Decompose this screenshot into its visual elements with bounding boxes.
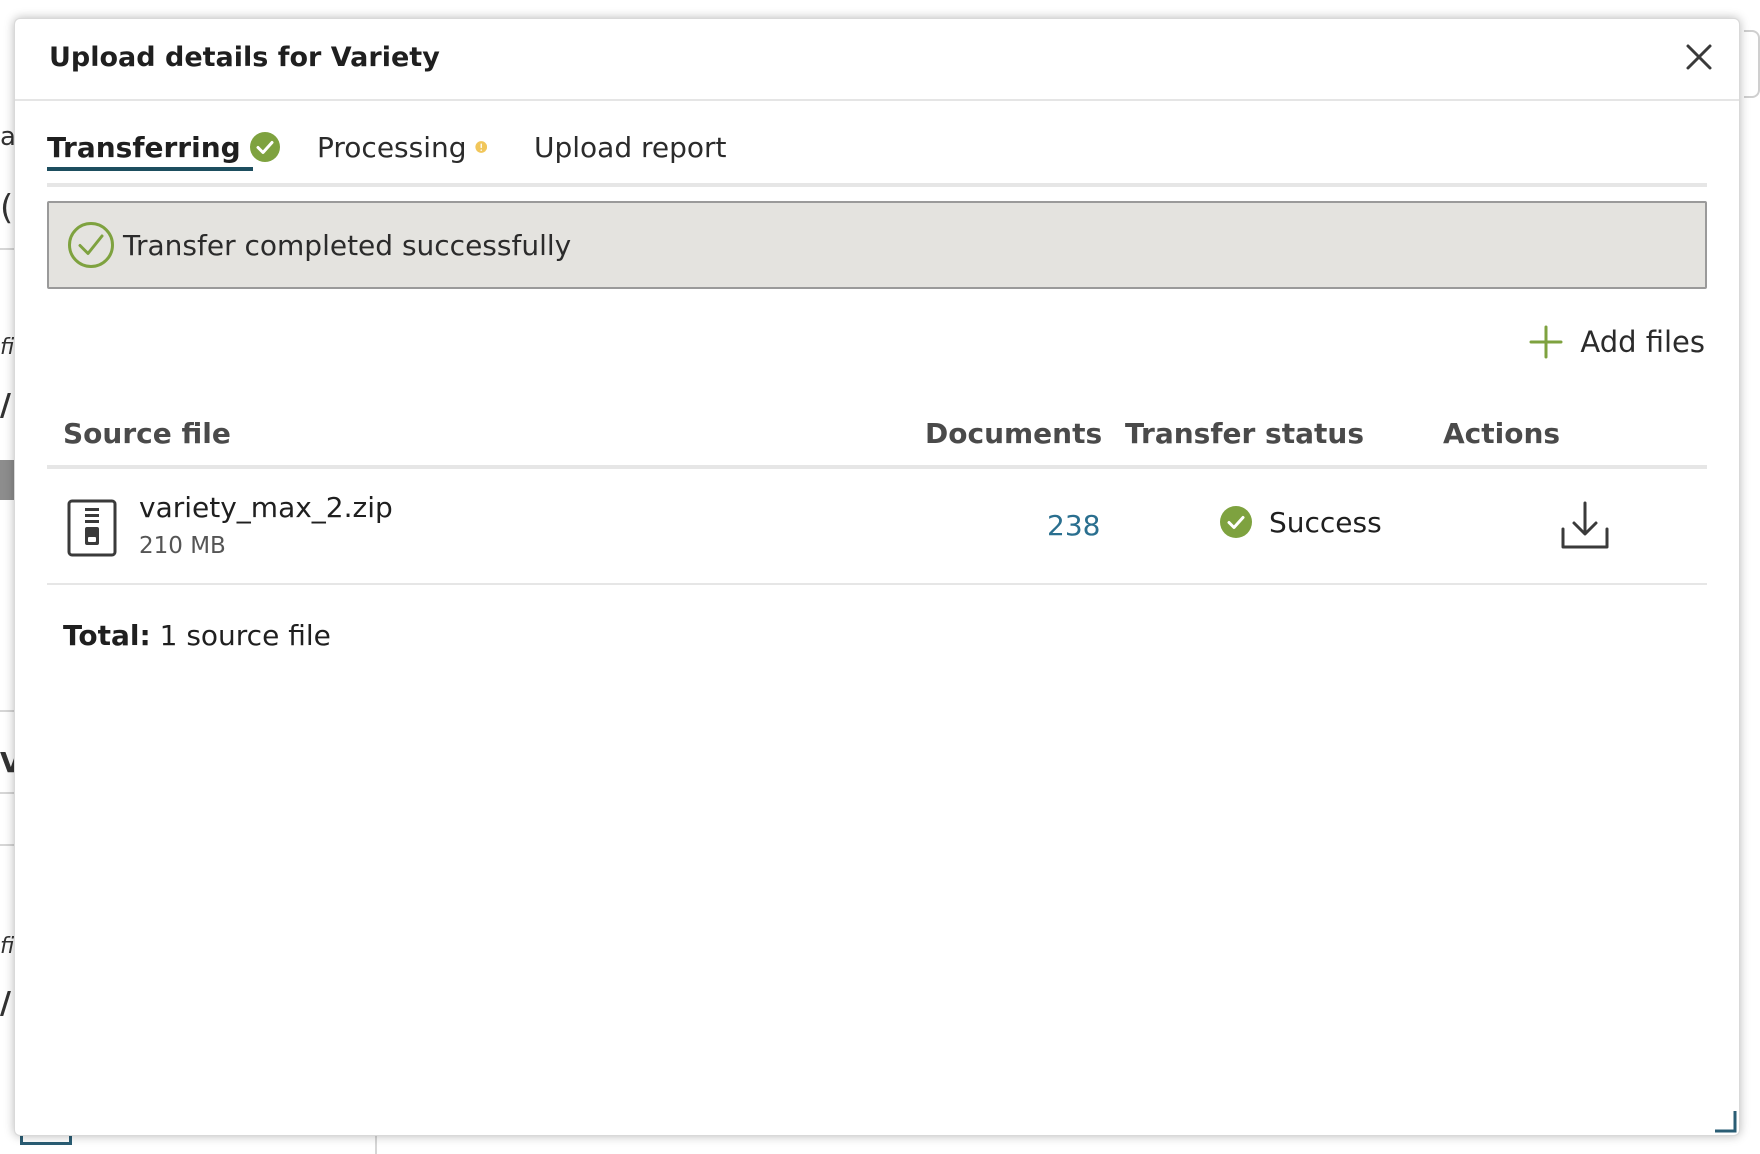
- background-divider: [0, 792, 14, 794]
- background-text-fragment: /: [0, 986, 11, 1021]
- column-header-source-file: Source file: [63, 417, 231, 450]
- warning-circle-icon: [474, 141, 487, 153]
- background-search-field-edge: [1744, 30, 1760, 98]
- add-files-button[interactable]: Add files: [1528, 324, 1705, 360]
- upload-details-modal: Upload details for Variety Transferring …: [14, 18, 1740, 1136]
- table-row: variety_max_2.zip 210 MB 238 Success: [47, 469, 1707, 585]
- file-name: variety_max_2.zip: [139, 491, 393, 524]
- background-text-fragment: Vi: [0, 746, 14, 779]
- tab-upload-report[interactable]: Upload report: [534, 127, 727, 167]
- column-header-transfer-status: Transfer status: [1125, 417, 1364, 450]
- total-value: 1 source file: [159, 619, 331, 652]
- total-summary: Total: 1 source file: [63, 619, 331, 652]
- files-table-header: Source file Documents Transfer status Ac…: [47, 399, 1707, 469]
- background-block: [0, 460, 14, 500]
- background-text-fragment: /: [0, 388, 11, 423]
- check-circle-icon: [1220, 506, 1252, 538]
- transfer-status: Success: [1219, 505, 1382, 539]
- status-label: Success: [1269, 505, 1382, 539]
- background-divider: [0, 710, 14, 712]
- resize-handle-icon[interactable]: [1713, 1109, 1739, 1135]
- banner-message: Transfer completed successfully: [123, 228, 572, 262]
- tab-label: Upload report: [534, 130, 727, 164]
- background-text-fragment: (: [0, 188, 12, 228]
- close-button[interactable]: [1681, 39, 1717, 75]
- download-button[interactable]: [1559, 499, 1611, 551]
- close-icon: [1686, 44, 1712, 70]
- documents-count-link[interactable]: 238: [1047, 509, 1100, 542]
- tab-label: Transferring: [47, 130, 241, 164]
- add-files-label: Add files: [1580, 325, 1705, 359]
- tab-label: Processing: [317, 130, 467, 164]
- file-size: 210 MB: [139, 533, 226, 559]
- modal-title: Upload details for Variety: [49, 42, 440, 73]
- transfer-status-banner: Transfer completed successfully: [47, 201, 1707, 289]
- background-divider: [0, 844, 14, 846]
- total-label: Total:: [63, 619, 151, 652]
- background-text-fragment: fi: [0, 934, 14, 959]
- column-header-actions: Actions: [1443, 417, 1561, 450]
- tab-processing[interactable]: Processing: [317, 127, 487, 167]
- zip-file-icon: [67, 499, 117, 557]
- tab-transferring[interactable]: Transferring: [47, 127, 281, 171]
- background-divider: [0, 248, 14, 250]
- column-header-documents: Documents: [925, 417, 1103, 450]
- check-circle-outline-icon: [68, 222, 114, 268]
- active-tab-indicator: [47, 167, 253, 171]
- plus-icon: [1529, 325, 1563, 359]
- check-circle-icon: [249, 132, 280, 162]
- tab-bar: Transferring Processing Upload report: [47, 111, 1707, 187]
- download-icon: [1561, 501, 1609, 549]
- modal-header: Upload details for Variety: [15, 19, 1739, 101]
- background-text-fragment: a: [0, 122, 14, 152]
- background-text-fragment: fi: [0, 335, 14, 360]
